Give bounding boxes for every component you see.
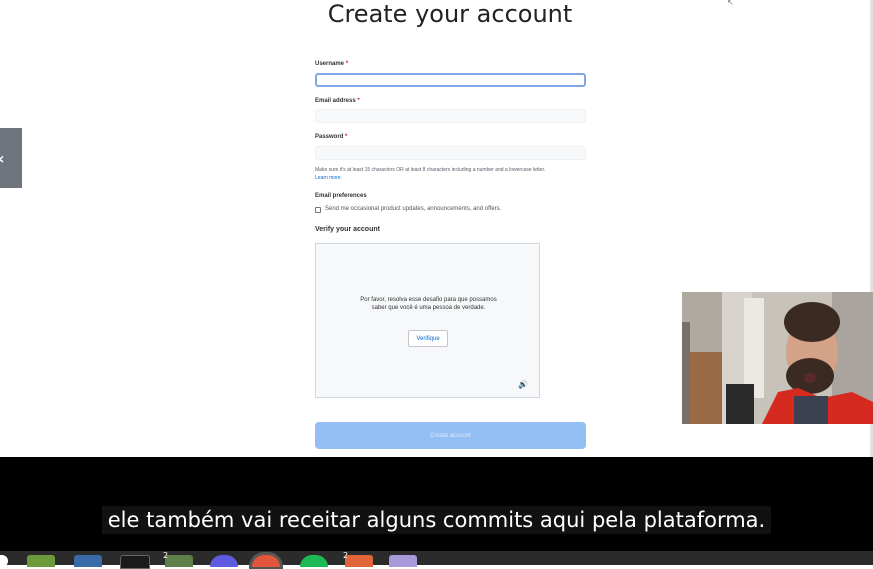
folder-app-icon[interactable] — [165, 555, 193, 567]
email-input[interactable] — [315, 109, 586, 123]
page-title: Create your account — [327, 0, 573, 28]
collapse-panel-button[interactable]: ‹ — [0, 128, 22, 188]
notes-app-icon[interactable] — [389, 555, 417, 567]
speaker-icon[interactable]: 🔊 — [518, 380, 528, 389]
verify-button[interactable]: Verifique — [408, 330, 448, 347]
files-app-icon[interactable] — [74, 555, 102, 567]
chevron-left-icon: ‹ — [0, 149, 5, 168]
email-preferences-checkbox[interactable] — [315, 207, 321, 213]
captcha-message: Por favor, resolva esse desafio para que… — [360, 297, 497, 311]
email-preferences-label: Email preferences — [315, 193, 367, 199]
system-menu-icon[interactable] — [0, 555, 8, 567]
discord-app-icon[interactable] — [210, 555, 238, 567]
learn-more-link[interactable]: Learn more. — [315, 175, 342, 181]
username-input[interactable] — [315, 73, 586, 87]
create-account-button[interactable]: Create account — [315, 422, 586, 449]
spotify-app-icon[interactable] — [300, 555, 328, 567]
verify-heading: Verify your account — [315, 226, 380, 233]
email-label: Email address * — [315, 98, 360, 104]
subtitle-caption: ele também vai receitar alguns commits a… — [0, 506, 873, 534]
window-count-badge: 2 — [343, 551, 349, 560]
window-count-badge: 2 — [163, 551, 169, 560]
editor-app-icon[interactable] — [345, 555, 373, 567]
captcha-panel — [315, 243, 540, 398]
password-label: Password * — [315, 134, 348, 140]
caption-bar — [0, 457, 873, 551]
email-preferences-option[interactable]: Send me occasional product updates, anno… — [325, 206, 501, 212]
webcam-overlay — [682, 292, 873, 424]
console-app-icon[interactable] — [120, 555, 150, 569]
username-label: Username * — [315, 61, 349, 67]
password-input[interactable] — [315, 146, 586, 160]
chrome-app-icon[interactable] — [252, 555, 280, 567]
terminal-app-icon[interactable] — [27, 555, 55, 567]
taskbar: 2 2 — [0, 551, 873, 569]
password-hint: Make sure it's at least 15 characters OR… — [315, 167, 546, 181]
